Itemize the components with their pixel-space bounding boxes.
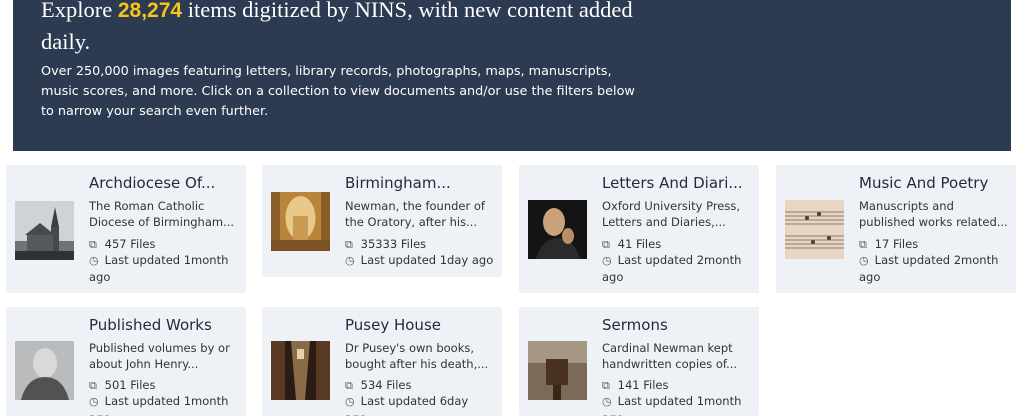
files-count-text: 17 Files — [874, 237, 919, 251]
description-line: Dr Pusey's own books, — [345, 341, 475, 355]
last-updated-cont: ago — [859, 270, 881, 284]
clock-icon: ◷ — [89, 254, 99, 267]
description-line: The Roman Catholic — [89, 199, 205, 213]
files-icon: ⧉ — [89, 238, 97, 251]
last-updated-text: Last updated 2month — [617, 253, 742, 267]
description-line: handwritten copies of... — [602, 357, 738, 371]
last-updated-cont: ago — [89, 411, 110, 416]
description-line: Oxford University Press, — [602, 199, 741, 213]
files-icon: ⧉ — [89, 379, 97, 392]
collection-card-pusey-house[interactable]: Pusey House Dr Pusey's own books, bought… — [262, 307, 502, 416]
description-line: Published volumes by or — [89, 341, 230, 355]
hero-description: Over 250,000 images featuring letters, l… — [41, 64, 635, 119]
last-updated-text: Last updated 2month — [874, 253, 999, 267]
last-updated: ◷ Last updated 1month ago — [89, 393, 239, 416]
files-count-text: 41 Files — [617, 237, 662, 251]
last-updated: ◷ Last updated 1month ago — [602, 393, 752, 416]
last-updated-text: Last updated 6day — [360, 394, 469, 408]
collection-card-sermons[interactable]: Sermons Cardinal Newman kept handwritten… — [519, 307, 759, 416]
clock-icon: ◷ — [345, 254, 355, 267]
oratory-interior-thumbnail[interactable] — [271, 192, 330, 251]
pulpit-thumbnail[interactable] — [528, 341, 587, 400]
description-line: Manuscripts and — [859, 199, 954, 213]
clock-icon: ◷ — [859, 254, 869, 267]
files-icon: ⧉ — [345, 238, 353, 251]
files-icon: ⧉ — [602, 238, 610, 251]
description-line: Letters and Diaries,... — [602, 215, 726, 229]
clock-icon: ◷ — [345, 395, 355, 408]
collection-description: Newman, the founder of the Oratory, afte… — [345, 198, 495, 230]
files-count: ⧉ 41 Files — [602, 236, 752, 253]
files-icon: ⧉ — [859, 238, 867, 251]
collection-card-archdiocese[interactable]: Archdiocese Of... The Roman Catholic Dio… — [6, 165, 246, 293]
newman-portrait-thumbnail[interactable] — [528, 200, 587, 259]
last-updated: ◷ Last updated 2month ago — [602, 252, 752, 285]
library-thumbnail[interactable] — [271, 341, 330, 400]
collection-title[interactable]: Letters And Diari... — [602, 174, 752, 192]
clock-icon: ◷ — [89, 395, 99, 408]
last-updated: ◷ Last updated 2month ago — [859, 252, 1009, 285]
clock-icon: ◷ — [602, 395, 612, 408]
description-line: Diocese of Birmingham... — [89, 215, 235, 229]
description-line: published works related... — [859, 215, 1008, 229]
collection-card-birmingham[interactable]: Birmingham... Newman, the founder of the… — [262, 165, 502, 277]
collection-description: Cardinal Newman kept handwritten copies … — [602, 340, 752, 372]
hero-title-prefix: Explore — [41, 0, 113, 22]
item-count: 28,274 — [117, 0, 183, 22]
hero-banner: Explore 28,274 items digitized by NINS, … — [13, 0, 1011, 151]
church-photo-thumbnail[interactable] — [15, 201, 74, 260]
last-updated-cont: ago — [602, 270, 624, 284]
collection-title[interactable]: Pusey House — [345, 316, 495, 334]
clock-icon: ◷ — [602, 254, 612, 267]
hero-title: Explore 28,274 items digitized by NINS, … — [41, 0, 681, 57]
collection-description: Manuscripts and published works related.… — [859, 198, 1009, 230]
files-count: ⧉ 534 Files — [345, 377, 495, 394]
files-count-text: 534 Files — [360, 378, 412, 392]
files-count: ⧉ 35333 Files — [345, 236, 495, 253]
last-updated-text: Last updated 1month — [617, 394, 742, 408]
collection-description: Published volumes by or about John Henry… — [89, 340, 239, 372]
files-count-text: 501 Files — [104, 378, 156, 392]
files-count-text: 35333 Files — [360, 237, 427, 251]
collection-card-letters-and-diaries[interactable]: Letters And Diari... Oxford University P… — [519, 165, 759, 293]
files-icon: ⧉ — [345, 379, 353, 392]
collection-description: Dr Pusey's own books, bought after his d… — [345, 340, 495, 372]
files-count-text: 141 Files — [617, 378, 669, 392]
description-line: bought after his death,... — [345, 357, 489, 371]
elderly-newman-thumbnail[interactable] — [15, 341, 74, 400]
last-updated-text: Last updated 1day ago — [360, 253, 494, 267]
collection-card-music-and-poetry[interactable]: Music And Poetry Manuscripts and publish… — [776, 165, 1016, 293]
files-icon: ⧉ — [602, 379, 610, 392]
music-score-thumbnail[interactable] — [785, 200, 844, 259]
last-updated: ◷ Last updated 1month ago — [89, 252, 239, 285]
collection-description: Oxford University Press, Letters and Dia… — [602, 198, 752, 230]
last-updated-cont: ago — [89, 270, 111, 284]
files-count: ⧉ 141 Files — [602, 377, 752, 394]
last-updated-cont: ago — [602, 411, 623, 416]
last-updated-cont: ago — [345, 411, 366, 416]
collection-title[interactable]: Music And Poetry — [859, 174, 1009, 192]
collection-card-published-works[interactable]: Published Works Published volumes by or … — [6, 307, 246, 416]
last-updated: ◷ Last updated 6day ago — [345, 393, 495, 416]
files-count: ⧉ 501 Files — [89, 377, 239, 394]
collection-title[interactable]: Sermons — [602, 316, 752, 334]
collection-description: The Roman Catholic Diocese of Birmingham… — [89, 198, 239, 230]
description-line: about John Henry... — [89, 357, 199, 371]
last-updated-text: Last updated 1month — [104, 394, 229, 408]
collection-title[interactable]: Birmingham... — [345, 174, 495, 192]
description-line: the Oratory, after his... — [345, 215, 478, 229]
description-line: Cardinal Newman kept — [602, 341, 733, 355]
files-count: ⧉ 457 Files — [89, 236, 239, 253]
last-updated-text: Last updated 1month — [104, 253, 229, 267]
collection-title[interactable]: Archdiocese Of... — [89, 174, 239, 192]
description-line: Newman, the founder of — [345, 199, 485, 213]
collection-title[interactable]: Published Works — [89, 316, 239, 334]
files-count: ⧉ 17 Files — [859, 236, 1009, 253]
files-count-text: 457 Files — [104, 237, 156, 251]
last-updated: ◷ Last updated 1day ago — [345, 252, 495, 269]
